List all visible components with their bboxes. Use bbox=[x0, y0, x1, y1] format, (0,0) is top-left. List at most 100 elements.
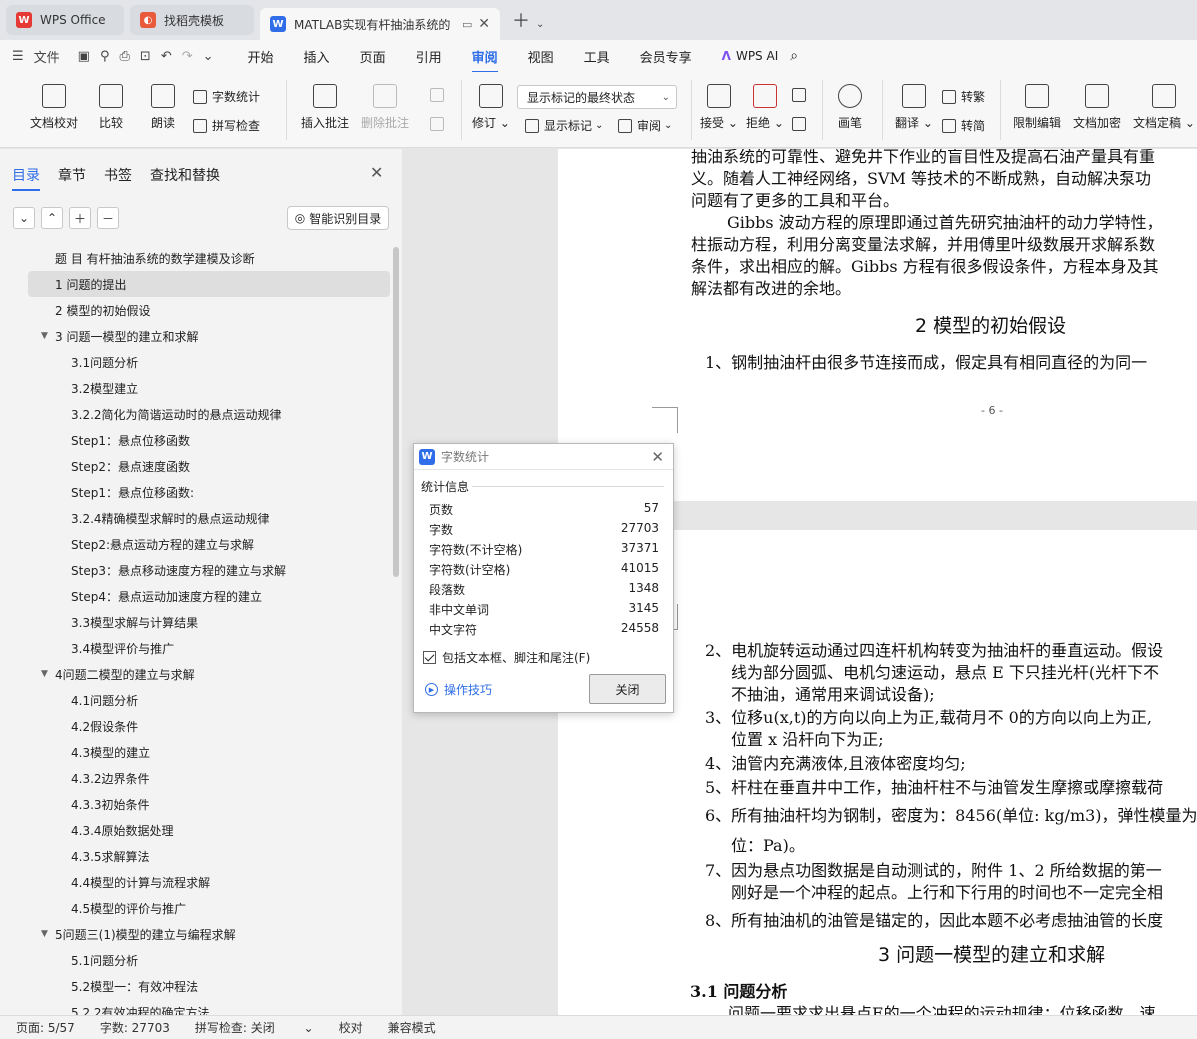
smart-toc-button[interactable]: ◎ 智能识别目录 bbox=[287, 206, 389, 230]
toc-item[interactable]: 1 问题的提出 bbox=[28, 271, 390, 297]
toc-item[interactable]: 4.3.3初始条件 bbox=[0, 791, 392, 817]
toc-item[interactable]: Step1：悬点位移函数 bbox=[0, 427, 392, 453]
next-comment-button[interactable] bbox=[430, 117, 449, 131]
menu-member[interactable]: 会员专享 bbox=[640, 47, 692, 66]
add-heading-button[interactable]: ＋ bbox=[69, 207, 91, 229]
file-menu[interactable]: 文件 bbox=[34, 47, 60, 66]
pen-button[interactable]: 画笔 bbox=[838, 84, 862, 131]
close-icon[interactable]: ✕ bbox=[370, 163, 383, 182]
hamburger-icon[interactable]: ☰ bbox=[12, 49, 24, 64]
menu-home[interactable]: 开始 bbox=[248, 47, 274, 66]
expand-arrow-icon[interactable]: ▼ bbox=[41, 929, 55, 939]
status-spell[interactable]: 拼写检查: 关闭 ⌄ bbox=[195, 1019, 314, 1036]
toc-item[interactable]: 2 模型的初始假设 bbox=[0, 297, 392, 323]
toc-item[interactable]: 3.3模型求解与计算结果 bbox=[0, 609, 392, 635]
word-count-button[interactable]: 字数统计 bbox=[193, 88, 260, 105]
menu-references[interactable]: 引用 bbox=[416, 47, 442, 66]
toc-item[interactable]: 4.3.2边界条件 bbox=[0, 765, 392, 791]
toc-item[interactable]: 5.2模型一：有效冲程法 bbox=[0, 973, 392, 999]
expand-arrow-icon[interactable]: ▼ bbox=[41, 331, 55, 341]
doc-encrypt-button[interactable]: 文档加密 bbox=[1073, 84, 1121, 131]
search-icon[interactable]: ⌕ bbox=[790, 48, 798, 64]
remove-heading-button[interactable]: － bbox=[97, 207, 119, 229]
toc-item[interactable]: 3.2.2简化为简谐运动时的悬点运动规律 bbox=[0, 401, 392, 427]
toc-item[interactable]: 3.1问题分析 bbox=[0, 349, 392, 375]
toc-item[interactable]: 4.3.5求解算法 bbox=[0, 843, 392, 869]
tab-wps-office[interactable]: W WPS Office bbox=[6, 5, 124, 35]
tab-toc[interactable]: 目录 bbox=[12, 165, 40, 191]
close-button[interactable]: 关闭 bbox=[589, 674, 666, 704]
dialog-titlebar[interactable]: W 字数统计 ✕ bbox=[414, 444, 673, 470]
delete-comment-button[interactable]: 删除批注 bbox=[361, 84, 409, 131]
share-icon[interactable]: ⚲ bbox=[100, 49, 110, 64]
toc-item[interactable]: 4.3模型的建立 bbox=[0, 739, 392, 765]
toc-item[interactable]: ▼ 4问题二模型的建立与求解 bbox=[0, 661, 392, 687]
toc-item[interactable]: 3.2.4精确模型求解时的悬点运动规律 bbox=[0, 505, 392, 531]
toc-item[interactable]: 3.4模型评价与推广 bbox=[0, 635, 392, 661]
new-tab-icon[interactable]: ＋ bbox=[512, 7, 530, 33]
restrict-edit-button[interactable]: 限制编辑 bbox=[1013, 84, 1061, 131]
tips-link[interactable]: ▶ 操作技巧 bbox=[425, 681, 492, 698]
chevron-down-icon[interactable]: ⌄ bbox=[203, 49, 214, 64]
doc-finalize-button[interactable]: 文档定稿 ⌄ bbox=[1133, 84, 1195, 131]
status-words[interactable]: 字数: 27703 bbox=[100, 1019, 170, 1036]
tab-find-replace[interactable]: 查找和替换 bbox=[150, 165, 220, 185]
collapse-up-button[interactable]: ⌃ bbox=[41, 207, 63, 229]
tab-bookmarks[interactable]: 书签 bbox=[104, 165, 132, 185]
toc-item[interactable]: 4.1问题分析 bbox=[0, 687, 392, 713]
print-preview-icon[interactable]: ⊡ bbox=[140, 49, 151, 64]
toc-item[interactable]: ▼ 3 问题一模型的建立和求解 bbox=[0, 323, 392, 349]
tab-document[interactable]: W MATLAB实现有杆抽油系统的 ▭ ✕ bbox=[260, 8, 500, 40]
toc-item[interactable]: 4.3.4原始数据处理 bbox=[0, 817, 392, 843]
menu-review[interactable]: 审阅 bbox=[471, 47, 498, 73]
tab-chapters[interactable]: 章节 bbox=[58, 165, 86, 185]
compare-button[interactable]: 比较 bbox=[99, 84, 123, 131]
undo-icon[interactable]: ↶ bbox=[161, 49, 172, 64]
toc-item[interactable]: 5.1问题分析 bbox=[0, 947, 392, 973]
read-aloud-button[interactable]: 朗读 bbox=[151, 84, 175, 131]
monitor-icon[interactable]: ▭ bbox=[462, 18, 472, 31]
markup-state-select[interactable]: 显示标记的最终状态 ⌄ bbox=[517, 85, 677, 109]
toc-item[interactable]: 4.4模型的计算与流程求解 bbox=[0, 869, 392, 895]
to-simplified-button[interactable]: 转简 bbox=[942, 117, 985, 134]
toc-item[interactable]: 4.2假设条件 bbox=[0, 713, 392, 739]
chevron-down-icon[interactable]: ⌄ bbox=[536, 19, 544, 30]
status-page[interactable]: 页面: 5/57 bbox=[16, 1019, 75, 1036]
menu-tools[interactable]: 工具 bbox=[584, 47, 610, 66]
include-textbox-checkbox[interactable]: 包括文本框、脚注和尾注(F) bbox=[423, 649, 590, 666]
spell-check-button[interactable]: 拼写检查 bbox=[193, 117, 260, 134]
menu-wps-ai[interactable]: WPS AI bbox=[736, 49, 778, 63]
accept-button[interactable]: 接受 ⌄ bbox=[700, 84, 738, 131]
menu-insert[interactable]: 插入 bbox=[304, 47, 330, 66]
toc-item[interactable]: ▼ 5问题三(1)模型的建立与编程求解 bbox=[0, 921, 392, 947]
nav-scrollbar[interactable] bbox=[393, 247, 399, 577]
close-tab-icon[interactable]: ✕ bbox=[478, 16, 490, 32]
revise-button[interactable]: 修订 ⌄ bbox=[472, 84, 510, 131]
save-icon[interactable]: ▣ bbox=[78, 49, 90, 64]
prev-comment-button[interactable] bbox=[430, 88, 449, 102]
toc-item[interactable]: Step4：悬点运动加速度方程的建立 bbox=[0, 583, 392, 609]
status-proof[interactable]: 校对 bbox=[339, 1019, 363, 1036]
toc-item[interactable]: Step3：悬点移动速度方程的建立与求解 bbox=[0, 557, 392, 583]
expand-arrow-icon[interactable]: ▼ bbox=[41, 669, 55, 679]
close-icon[interactable]: ✕ bbox=[651, 448, 664, 466]
review-pane-button[interactable]: 审阅 ⌄ bbox=[618, 117, 672, 134]
doc-check-button[interactable]: 文档校对 bbox=[30, 84, 78, 131]
reject-button[interactable]: 拒绝 ⌄ bbox=[746, 84, 784, 131]
show-markup-button[interactable]: 显示标记 ⌄ bbox=[525, 117, 603, 134]
translate-button[interactable]: 翻译 ⌄ bbox=[895, 84, 933, 131]
print-icon[interactable]: ⎙ bbox=[120, 49, 130, 64]
toc-item[interactable]: Step2：悬点速度函数 bbox=[0, 453, 392, 479]
menu-page[interactable]: 页面 bbox=[360, 47, 386, 66]
tab-templates[interactable]: ◐ 找稻壳模板 bbox=[130, 5, 254, 35]
toc-item[interactable]: 4.5模型的评价与推广 bbox=[0, 895, 392, 921]
redo-icon[interactable]: ↷ bbox=[182, 49, 193, 64]
toc-item[interactable]: Step1：悬点位移函数: bbox=[0, 479, 392, 505]
menu-view[interactable]: 视图 bbox=[528, 47, 554, 66]
toc-item[interactable]: Step2:悬点运动方程的建立与求解 bbox=[0, 531, 392, 557]
to-traditional-button[interactable]: 转繁 bbox=[942, 88, 985, 105]
toc-item[interactable]: 题 目 有杆抽油系统的数学建模及诊断 bbox=[0, 245, 392, 271]
prev-change-button[interactable] bbox=[792, 88, 811, 102]
next-change-button[interactable] bbox=[792, 117, 811, 131]
toc-item[interactable]: 3.2模型建立 bbox=[0, 375, 392, 401]
